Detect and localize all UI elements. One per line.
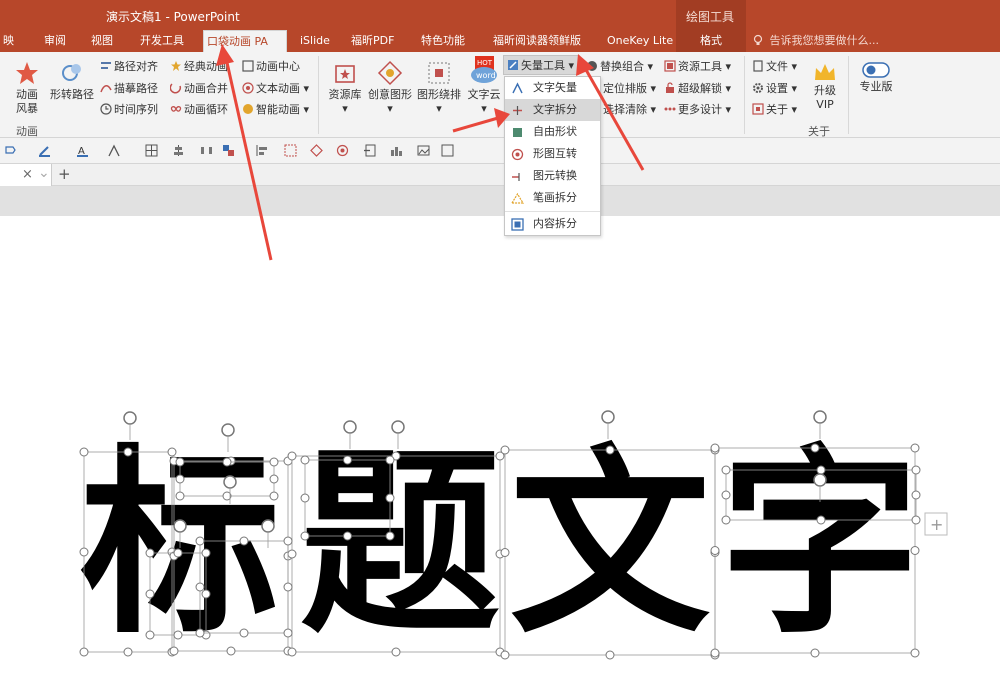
annotation-arrows [216, 44, 645, 261]
